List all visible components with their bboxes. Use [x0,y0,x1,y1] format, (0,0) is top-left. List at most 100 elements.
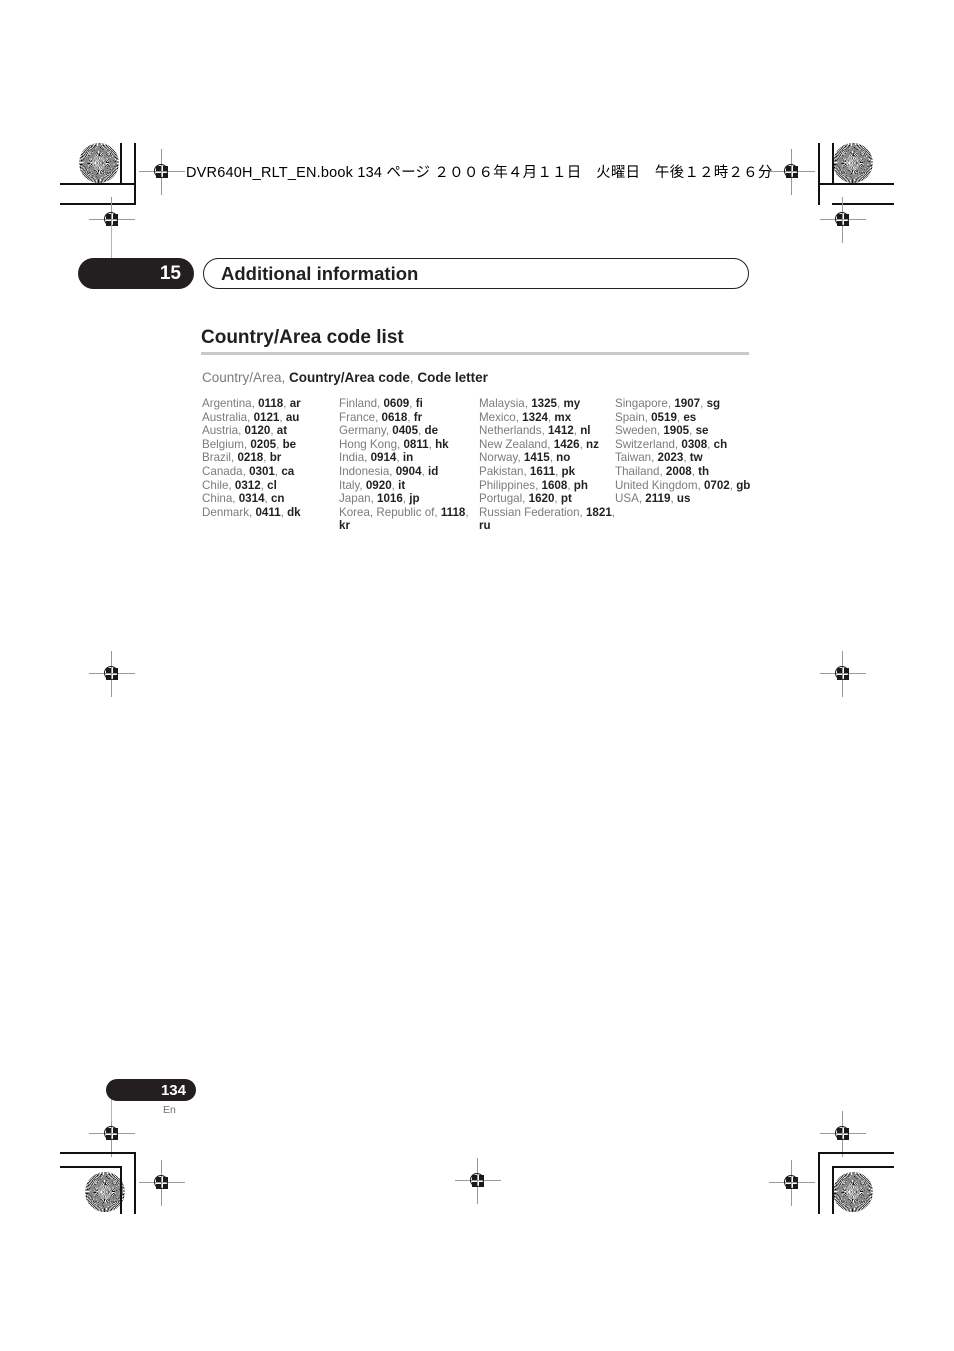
country-area-code: 1118 [440,505,466,519]
country-area-code: 0301 [249,464,275,478]
country-area-code: 0120 [244,424,271,438]
country-area-code: 0121 [253,410,280,424]
country-area-code: 1325 [531,397,557,410]
country-name: France, [339,410,382,424]
column-legend: Country/Area, Country/Area code, Code le… [202,370,488,385]
country-area-code: 1907 [674,397,701,410]
country-code-entry: Portugal, 1620, pt [479,492,615,506]
crop-mark-bottom-left-vertical-2 [120,1166,122,1214]
country-code-letter: se [695,424,709,438]
country-name: Denmark, [202,505,256,519]
country-name: Hong Kong, [339,437,404,451]
crop-mark-top-right-vertical [818,143,820,205]
country-code-letter: us [676,492,691,506]
crop-mark-bottom-right-vertical [818,1152,820,1214]
country-area-code: 1412 [547,424,574,438]
registration-mark-top-right [769,149,815,195]
registration-mark-right-lower [820,1111,866,1157]
country-code-entry: Malaysia, 1325, my [479,397,615,411]
country-code-entry: Italy, 0920, it [339,479,479,493]
country-code-letter: tw [689,451,703,465]
country-area-code: 0205 [250,437,277,451]
country-name: Italy, [339,478,366,492]
country-code-entry: Spain, 0519, es [615,411,754,425]
registration-starburst-bottom-left [85,1172,125,1212]
country-area-code: 0618 [381,410,408,424]
registration-mark-left-middle [89,651,135,697]
country-code-entry: Switzerland, 0308, ch [615,438,754,452]
country-name: Austria, [202,424,245,438]
country-code-entry: United Kingdom, 0702, gb [615,479,754,493]
country-code-column-2: Finland, 0609, fi France, 0618, fr Germany… [339,397,479,533]
chapter-number: 15 [159,262,181,284]
country-name: Australia, [202,410,254,424]
country-name: Netherlands, [479,424,548,438]
page-number: 134 [160,1081,186,1099]
country-area-code: 0702 [703,478,730,492]
country-code-entry: Argentina, 0118, ar [202,397,339,411]
country-code-letter: br [269,451,282,465]
crop-mark-top-right-vertical-2 [832,143,834,185]
country-code-letter: de [424,424,439,438]
country-code-letter: ru [479,519,491,533]
country-name: Finland, [339,397,384,410]
country-code-letter: in [402,451,414,465]
page-number-badge: 134 [106,1079,196,1101]
country-code-entry: France, 0618, fr [339,411,479,425]
page-language-code: En [163,1104,176,1116]
country-area-code: 2119 [645,492,671,506]
country-code-letter: nl [580,424,591,438]
registration-mark-bottom-center [455,1158,501,1204]
legend-letter-label: Code letter [417,370,488,385]
country-name: Japan, [339,492,378,506]
country-name: Chile, [202,478,235,492]
country-name: Philippines, [479,478,542,492]
country-name: Singapore, [615,397,675,410]
country-name: China, [202,492,239,506]
country-name: Spain, [615,410,652,424]
country-name: Portugal, [479,492,529,506]
country-code-letter: hk [435,437,449,451]
country-code-letter: cl [267,478,277,492]
registration-mark-left-lower [89,1111,135,1157]
running-header: DVR640H_RLT_EN.book 134 ページ ２００６年４月１１日 火… [186,165,773,181]
crop-mark-bottom-right-vertical-2 [832,1166,834,1214]
country-code-entry: India, 0914, in [339,451,479,465]
country-area-code: 0308 [681,437,708,451]
country-code-letter: ar [289,397,301,410]
crop-mark-top-right-horizontal [818,183,894,185]
country-code-entry: Germany, 0405, de [339,424,479,438]
country-area-code: 0920 [365,478,392,492]
country-name: Russian Federation, [479,505,586,519]
country-code-entry: New Zealand, 1426, nz [479,438,615,452]
country-code-letter: au [285,410,300,424]
country-code-letter: be [282,437,297,451]
country-name: Brazil, [202,451,238,465]
country-code-entry: Canada, 0301, ca [202,465,339,479]
country-code-entry: Australia, 0121, au [202,411,339,425]
country-area-code: 2023 [657,451,684,465]
country-code-entry: USA, 2119, us [615,492,754,506]
country-code-letter: cn [270,492,285,506]
country-code-letter: dk [287,505,301,519]
country-code-entry: Norway, 1415, no [479,451,615,465]
country-name: Mexico, [479,410,523,424]
registration-mark-right-middle [820,651,866,697]
country-code-entry: Netherlands, 1412, nl [479,424,615,438]
country-area-code: 1415 [523,451,550,465]
country-code-letter: sg [706,397,721,410]
country-name: New Zealand, [479,437,554,451]
crop-mark-bottom-right-horizontal-2 [832,1166,894,1168]
country-code-entry: Hong Kong, 0811, hk [339,438,479,452]
country-code-entry: Japan, 1016, jp [339,492,479,506]
country-code-letter: kr [339,519,350,533]
country-code-letter: pk [561,464,576,478]
crop-mark-bottom-left-horizontal [60,1152,136,1154]
crop-mark-bottom-left-horizontal-2 [60,1166,122,1168]
country-area-code: 0314 [238,492,265,506]
country-name: Sweden, [615,424,664,438]
country-area-code: 1324 [522,410,548,424]
country-name: India, [339,451,371,465]
chapter-number-badge: 15 [78,258,194,289]
country-code-entry: Taiwan, 2023, tw [615,451,754,465]
